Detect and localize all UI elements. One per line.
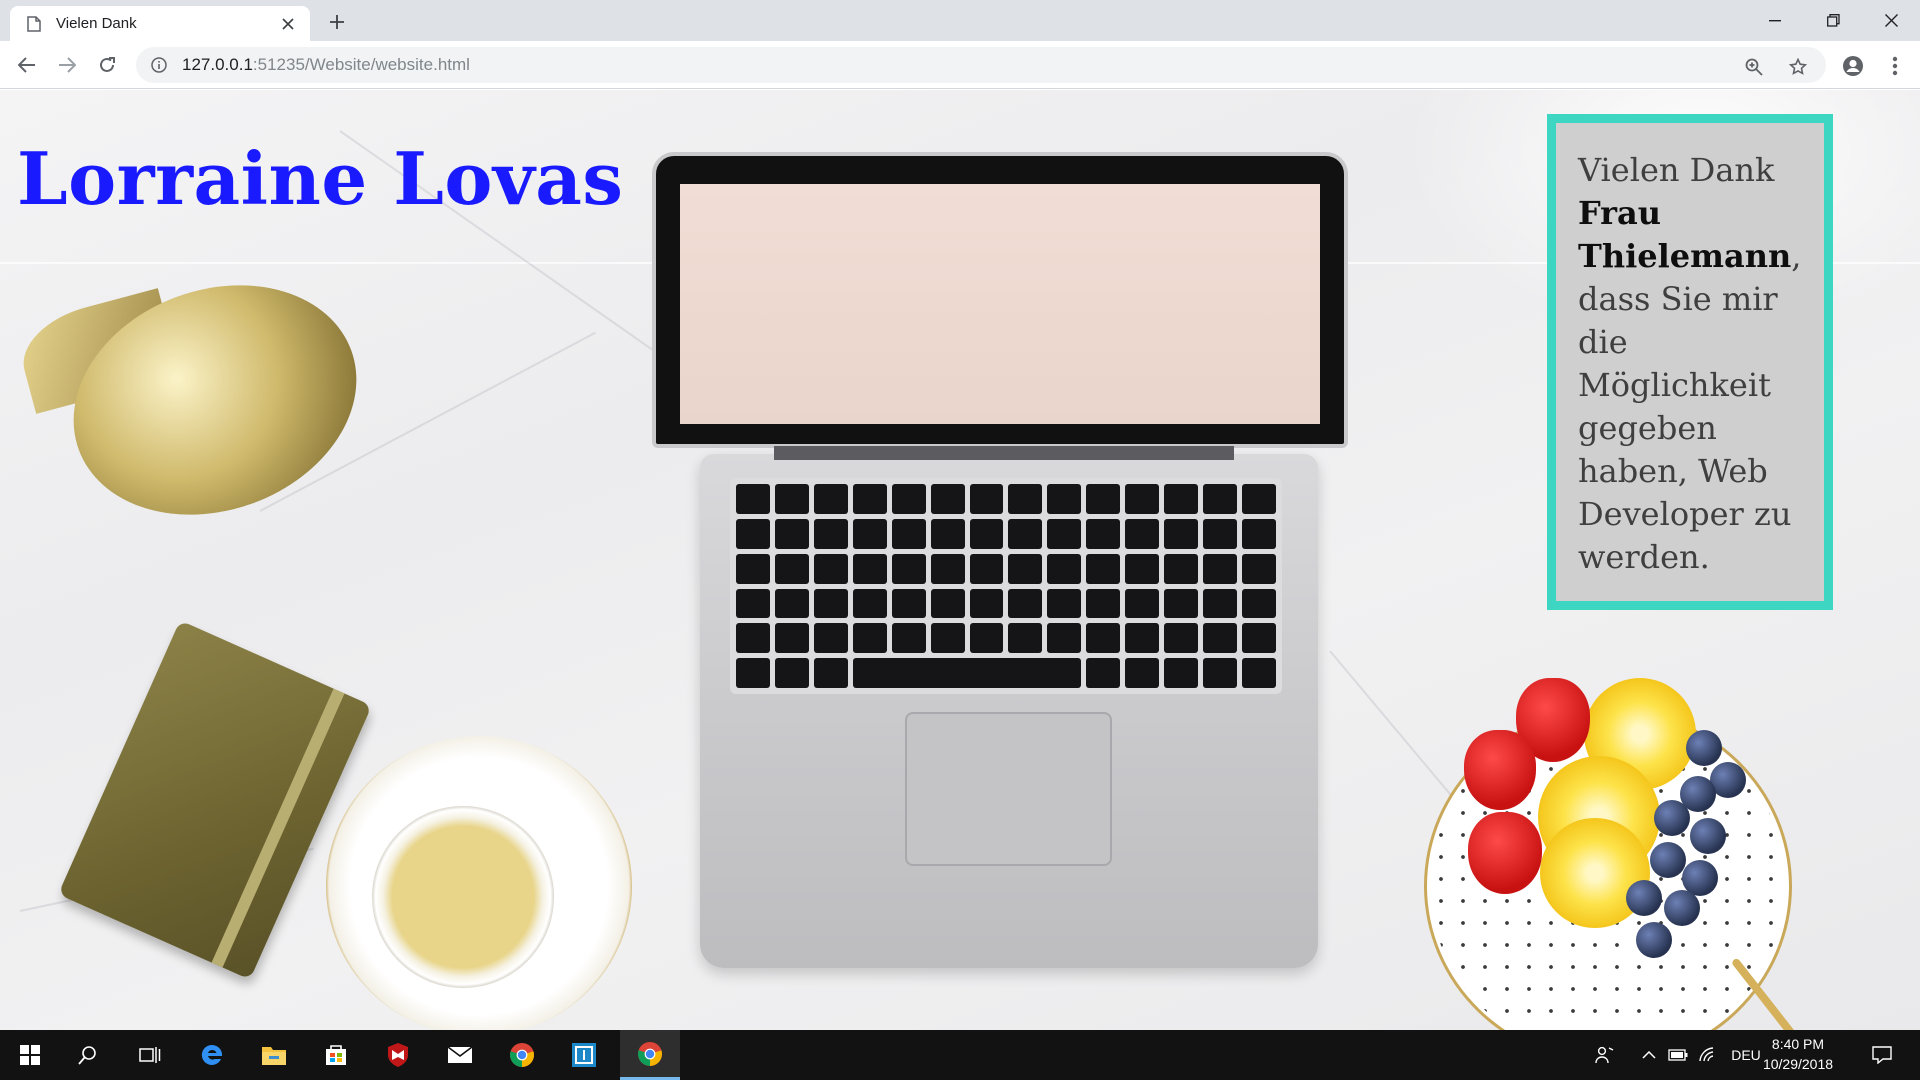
browser-tab[interactable]: Vielen Dank [10,6,310,41]
strawberry [1464,730,1536,810]
card-comma: , [1791,237,1802,275]
tab-strip: Vielen Dank [0,0,1920,41]
laptop-screen [680,184,1320,424]
chevron-up-icon[interactable] [1638,1030,1660,1080]
app-icon[interactable] [558,1030,610,1080]
blueberry [1650,842,1686,878]
blueberry [1690,818,1726,854]
clock-date: 10/29/2018 [1762,1056,1834,1072]
notifications-icon[interactable] [1862,1030,1902,1080]
card-greeting: Vielen Dank [1578,151,1775,189]
language-indicator[interactable]: DEU [1728,1030,1764,1080]
blueberry [1654,800,1690,836]
file-explorer-icon[interactable] [248,1030,300,1080]
clock-time: 8:40 PM [1771,1036,1825,1052]
page-content: Lorraine Lovas Vielen Dank Frau Thielema… [0,90,1920,1030]
address-bar[interactable]: 127.0.0.1:51235/Website/website.html [136,47,1826,83]
document-icon [26,15,42,32]
wifi-icon[interactable] [1696,1030,1720,1080]
info-icon[interactable] [150,56,168,74]
minimize-button[interactable] [1752,0,1798,41]
restore-button[interactable] [1810,0,1856,41]
taskbar: DEU 8:40 PM 10/29/2018 [0,1030,1920,1080]
laptop-keyboard [730,478,1282,694]
edge-icon[interactable] [186,1030,238,1080]
site-title: Lorraine Lovas [17,136,624,221]
strawberry [1468,812,1542,894]
people-icon[interactable] [1592,1030,1618,1080]
tea-cup [372,806,554,988]
system-clock[interactable]: 8:40 PM 10/29/2018 [1760,1034,1836,1074]
battery-icon[interactable] [1666,1030,1690,1080]
mcafee-icon[interactable] [372,1030,424,1080]
blueberry [1686,730,1722,766]
chrome-active-icon[interactable] [620,1030,680,1080]
mail-icon[interactable] [434,1030,486,1080]
new-tab-button[interactable] [322,8,352,36]
thank-you-message: Vielen Dank Frau Thielemann, dass Sie mi… [1578,149,1802,579]
blueberry [1626,880,1662,916]
url-host: 127.0.0.1 [182,55,253,74]
forward-arrow-icon[interactable] [52,50,82,80]
star-icon[interactable] [1786,55,1810,79]
close-icon[interactable] [278,14,298,34]
search-icon[interactable] [62,1030,114,1080]
reload-icon[interactable] [92,50,122,80]
notebook [58,620,372,980]
tab-title: Vielen Dank [56,15,137,32]
url-path: :51235/Website/website.html [252,55,470,74]
more-vert-icon[interactable] [1882,53,1908,79]
task-view-icon[interactable] [124,1030,176,1080]
zoom-icon[interactable] [1742,55,1766,79]
laptop-hinge [774,446,1234,460]
language-label: DEU [1731,1047,1761,1063]
blueberry [1636,922,1672,958]
url-text: 127.0.0.1:51235/Website/website.html [182,55,470,75]
chrome-icon[interactable] [496,1030,548,1080]
laptop-trackpad [905,712,1112,866]
blueberry [1664,890,1700,926]
card-recipient: Frau Thielemann [1578,194,1792,275]
pineapple-ornament [41,247,389,553]
notebook-band [211,688,345,968]
thank-you-card: Vielen Dank Frau Thielemann, dass Sie mi… [1547,114,1833,610]
back-arrow-icon[interactable] [12,50,42,80]
close-window-button[interactable] [1868,0,1914,41]
start-icon[interactable] [4,1030,56,1080]
card-message: dass Sie mir die Möglichkeit gegeben hab… [1578,280,1792,576]
browser-toolbar: 127.0.0.1:51235/Website/website.html [0,41,1920,89]
store-icon[interactable] [310,1030,362,1080]
account-icon[interactable] [1840,53,1866,79]
